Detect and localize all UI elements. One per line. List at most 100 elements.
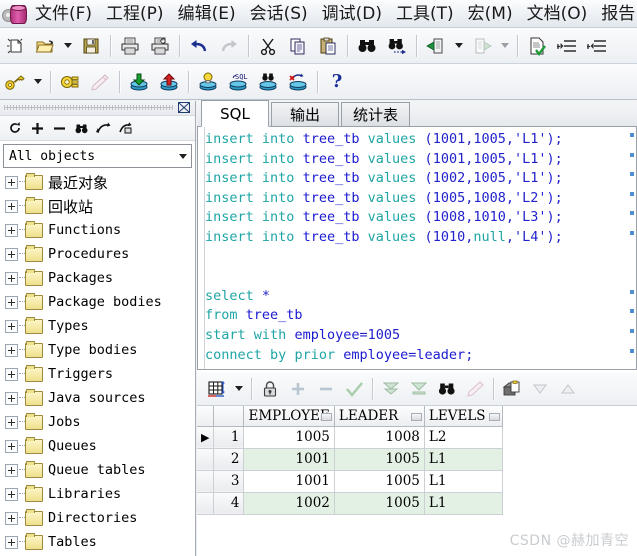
menu-session[interactable]: 会话(S)	[243, 1, 315, 27]
login-button[interactable]	[0, 67, 30, 97]
cell-leader[interactable]: 1005	[334, 492, 425, 515]
panel-drag-handle[interactable]	[0, 101, 195, 116]
menu-debug[interactable]: 调试(D)	[315, 1, 389, 27]
tree-item[interactable]: 最近对象	[0, 170, 195, 194]
undo-button[interactable]	[184, 31, 214, 61]
cell-employee[interactable]: 1002	[243, 492, 335, 515]
object-tree[interactable]: 最近对象 回收站 Functions Procedures Packages Packag…	[0, 169, 195, 556]
sql-code-editor[interactable]: insert into tree_tb values (1001,1005,'L…	[197, 127, 637, 370]
find-in-grid-button[interactable]	[433, 376, 461, 402]
find-object-button[interactable]	[70, 118, 92, 138]
object-properties-button[interactable]	[114, 118, 136, 138]
expand-plus-icon[interactable]	[5, 319, 18, 333]
explain-plan-button[interactable]	[193, 67, 223, 97]
sort-descending-button[interactable]	[526, 376, 554, 402]
cell-employee[interactable]: 1001	[243, 470, 335, 493]
tree-item[interactable]: Package bodies	[0, 290, 195, 314]
tree-item[interactable]: Type bodies	[0, 338, 195, 362]
save-button[interactable]	[76, 31, 106, 61]
expand-plus-icon[interactable]	[5, 487, 18, 501]
tree-item[interactable]: Jobs	[0, 410, 195, 434]
expand-plus-icon[interactable]	[5, 415, 18, 429]
menu-tools[interactable]: 工具(T)	[389, 1, 461, 27]
expand-plus-icon[interactable]	[5, 295, 18, 309]
cell-levels[interactable]: L2	[424, 426, 503, 449]
refresh-button[interactable]	[4, 118, 26, 138]
tree-item[interactable]: Types	[0, 314, 195, 338]
menu-report[interactable]: 报告	[594, 1, 637, 27]
tree-item[interactable]: Queues	[0, 434, 195, 458]
column-resize-handle[interactable]	[320, 413, 332, 421]
expand-plus-icon[interactable]	[5, 223, 18, 237]
previous-object-button[interactable]	[92, 118, 114, 138]
close-panel-icon[interactable]	[178, 102, 191, 114]
expand-plus-icon[interactable]	[5, 463, 18, 477]
next-window-button[interactable]	[467, 31, 497, 61]
open-dropdown[interactable]	[60, 31, 76, 61]
column-header[interactable]: LEVELS	[424, 406, 503, 427]
expand-plus-icon[interactable]	[5, 343, 18, 357]
column-resize-handle[interactable]	[488, 413, 500, 421]
copy-to-clipboard-button[interactable]	[498, 376, 526, 402]
cell-levels[interactable]: L1	[424, 470, 503, 493]
tab-sql[interactable]: SQL	[201, 100, 269, 127]
expand-plus-icon[interactable]	[5, 439, 18, 453]
cell-employee[interactable]: 1001	[243, 448, 335, 471]
table-row[interactable]: 3 1001 1005 L1	[197, 470, 503, 493]
find-db-object-button[interactable]	[253, 67, 283, 97]
object-filter-select[interactable]: All objects	[3, 144, 192, 168]
menu-document[interactable]: 文档(O)	[520, 1, 595, 27]
cell-leader[interactable]: 1005	[334, 448, 425, 471]
expand-all-button[interactable]	[26, 118, 48, 138]
outdent-button[interactable]	[582, 31, 612, 61]
print-preview-button[interactable]	[145, 31, 175, 61]
login-dropdown[interactable]	[30, 67, 46, 97]
cut-button[interactable]	[253, 31, 283, 61]
tree-item[interactable]: Packages	[0, 266, 195, 290]
fetch-all-button[interactable]	[377, 376, 405, 402]
cell-levels[interactable]: L1	[424, 492, 503, 515]
menu-edit[interactable]: 编辑(E)	[171, 1, 243, 27]
find-button[interactable]	[352, 31, 382, 61]
print-button[interactable]	[115, 31, 145, 61]
table-row[interactable]: 2 1001 1005 L1	[197, 448, 503, 471]
rollback-button[interactable]	[283, 67, 313, 97]
tab-statistics[interactable]: 统计表	[341, 102, 411, 126]
tree-item[interactable]: Functions	[0, 218, 195, 242]
previous-window-dropdown[interactable]	[451, 31, 467, 61]
menu-macro[interactable]: 宏(M)	[461, 1, 520, 27]
open-button[interactable]	[30, 31, 60, 61]
expand-plus-icon[interactable]	[5, 271, 18, 285]
redo-button[interactable]	[214, 31, 244, 61]
expand-plus-icon[interactable]	[5, 367, 18, 381]
column-header[interactable]: LEADER	[334, 406, 425, 427]
table-row[interactable]: ▶ 1 1005 1008 L2	[197, 426, 503, 449]
indent-button[interactable]	[552, 31, 582, 61]
check-syntax-button[interactable]	[522, 31, 552, 61]
tree-item[interactable]: Procedures	[0, 242, 195, 266]
grid-layout-button[interactable]	[203, 376, 231, 402]
result-table[interactable]: EMPLOYEE LEADER LEVELS ▶ 1 1005 1008 L2 2 1001 100…	[197, 406, 503, 515]
expand-plus-icon[interactable]	[5, 391, 18, 405]
column-header[interactable]: EMPLOYEE	[243, 406, 335, 427]
tree-item[interactable]: 回收站	[0, 194, 195, 218]
tree-item[interactable]: Queue tables	[0, 458, 195, 482]
expand-plus-icon[interactable]	[5, 199, 18, 213]
expand-plus-icon[interactable]	[5, 175, 18, 189]
tree-item[interactable]: Libraries	[0, 482, 195, 506]
expand-plus-icon[interactable]	[5, 511, 18, 525]
table-row[interactable]: 4 1002 1005 L1	[197, 492, 503, 515]
cell-employee[interactable]: 1005	[243, 426, 335, 449]
cell-levels[interactable]: L1	[424, 448, 503, 471]
sql-code-text[interactable]: insert into tree_tb values (1001,1005,'L…	[205, 130, 622, 369]
menu-project[interactable]: 工程(P)	[99, 1, 171, 27]
expand-plus-icon[interactable]	[5, 247, 18, 261]
grid-layout-dropdown[interactable]	[231, 376, 247, 402]
column-resize-handle[interactable]	[410, 413, 422, 421]
expand-plus-icon[interactable]	[5, 535, 18, 549]
session-button[interactable]	[55, 67, 85, 97]
break-button[interactable]	[85, 67, 115, 97]
paste-button[interactable]	[313, 31, 343, 61]
post-changes-button[interactable]	[340, 376, 368, 402]
insert-record-button[interactable]	[284, 376, 312, 402]
